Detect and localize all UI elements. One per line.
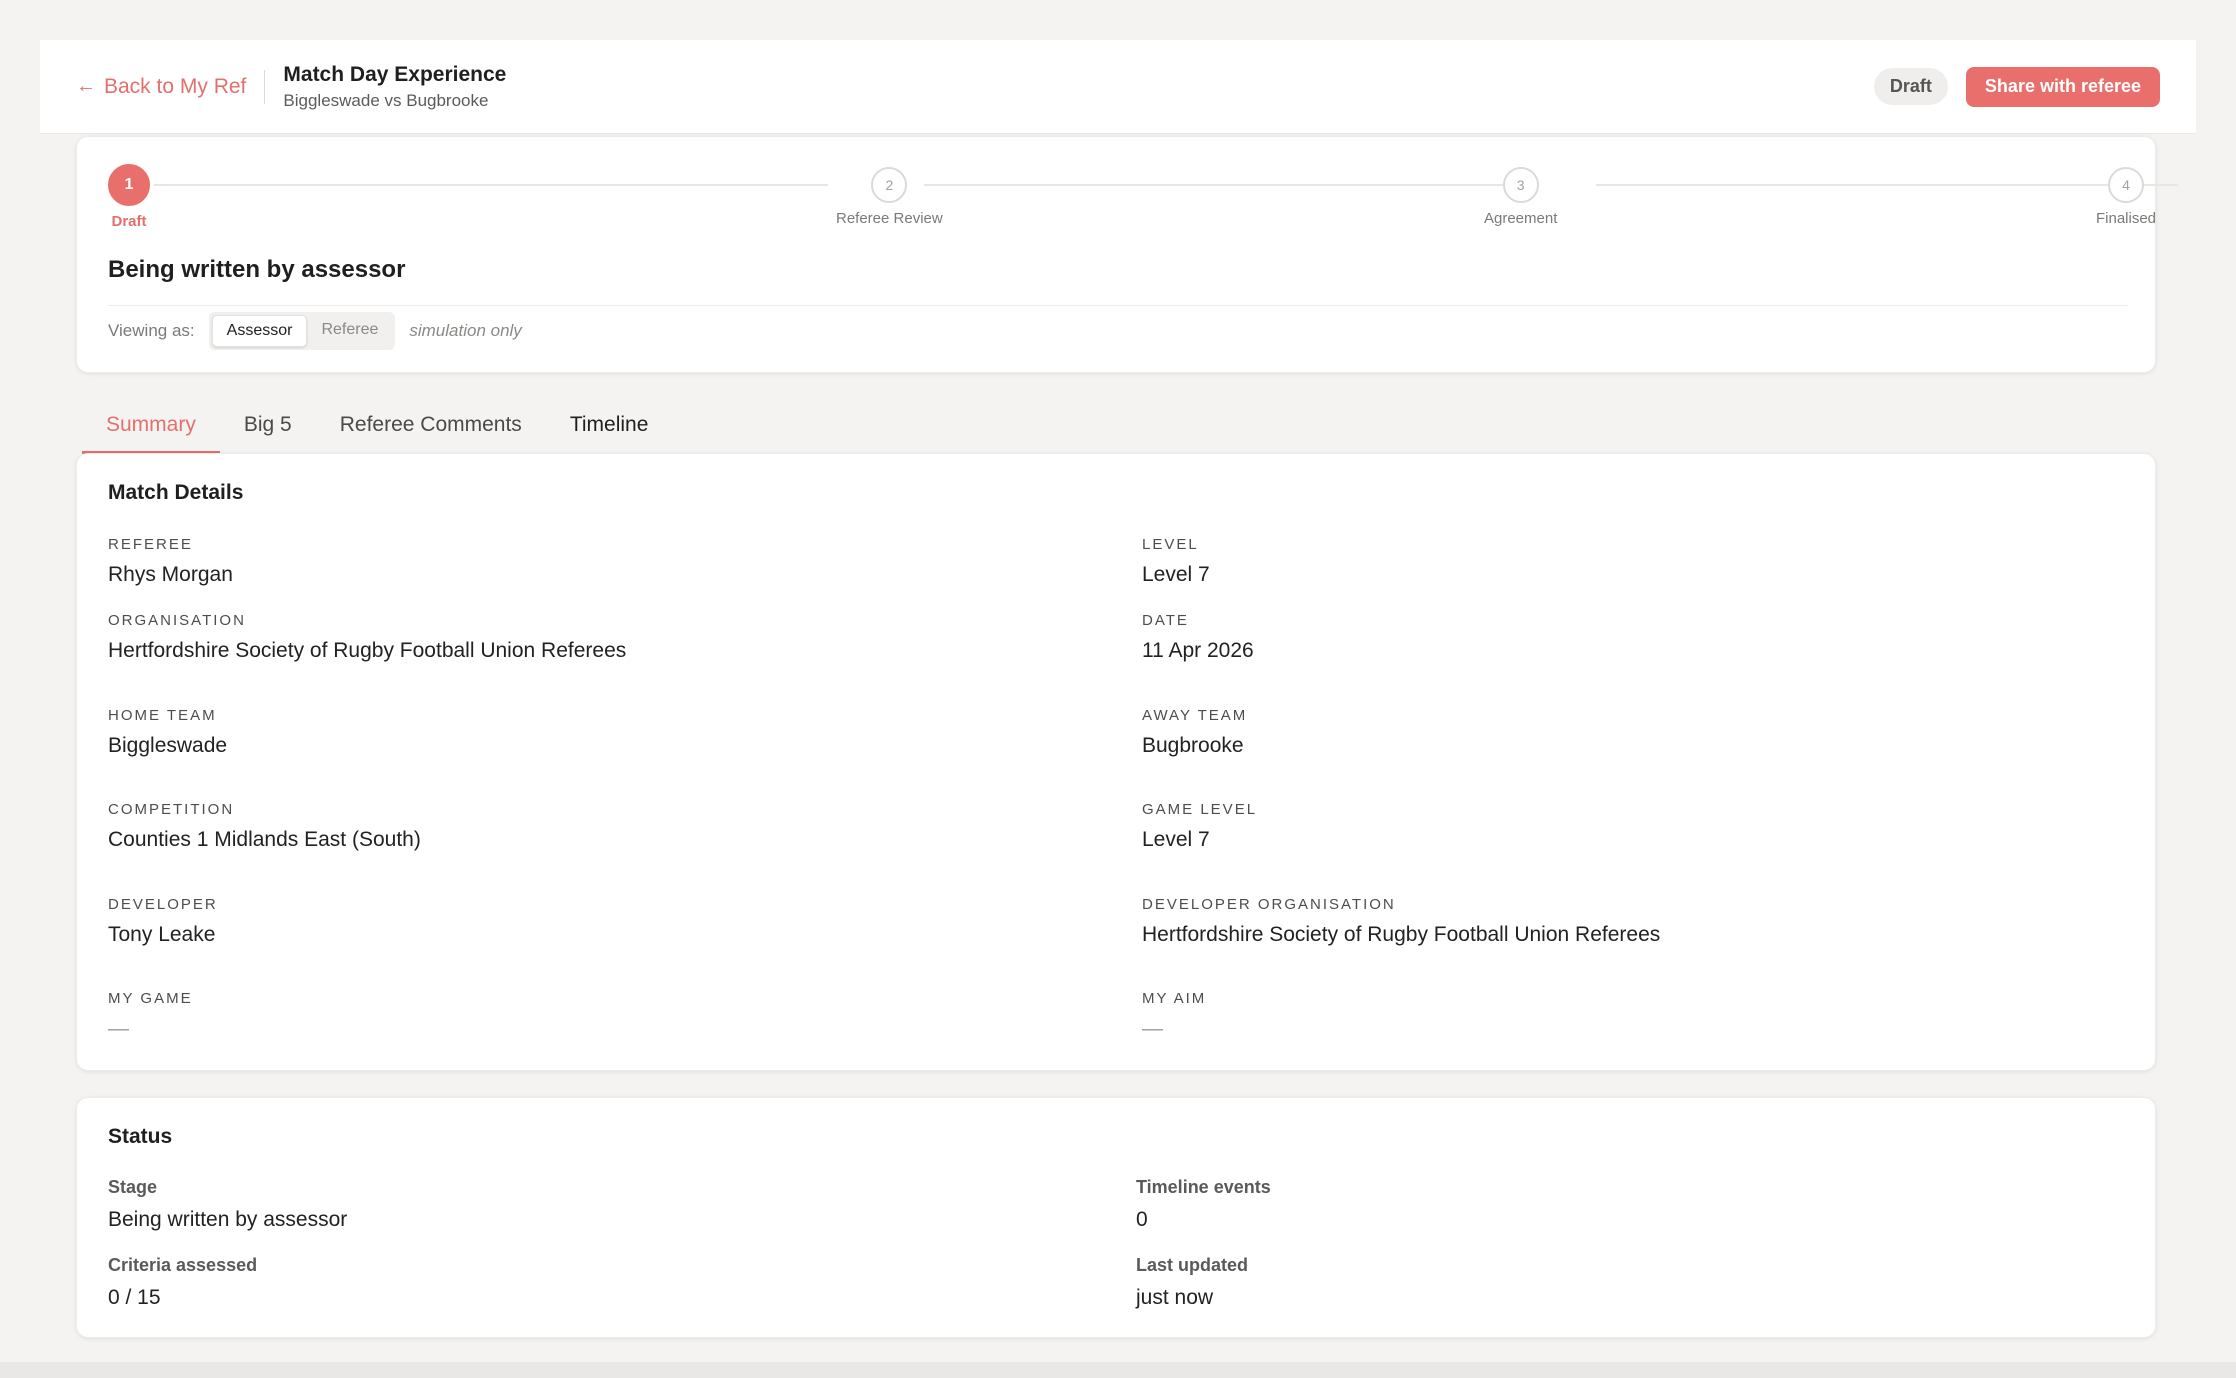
field-value: 11 Apr 2026 [1142, 639, 1254, 662]
simulation-note: simulation only [409, 321, 522, 340]
divider [108, 305, 2128, 306]
tab-big-5[interactable]: Big 5 [220, 398, 316, 454]
field-value: — [108, 1017, 129, 1040]
field-value: Hertfordshire Society of Rugby Football … [1142, 923, 1661, 946]
status-value: 0 / 15 [108, 1286, 161, 1309]
field-my-aim: My Aim — [1142, 990, 1206, 1041]
field-label: Referee [108, 536, 193, 553]
field-organisation: Organisation Hertfordshire Society of Ru… [108, 612, 626, 663]
status-label: Criteria assessed [108, 1255, 258, 1275]
step-number: 2 [871, 167, 908, 203]
field-referee: Referee Rhys Morgan [108, 536, 233, 587]
share-with-referee-button[interactable]: Share with referee [1965, 66, 2160, 107]
step-connector [924, 184, 1524, 186]
step-agreement[interactable]: 3 Agreement [1484, 167, 1557, 227]
step-connector [154, 184, 828, 186]
top-header: ← Back to My Ref Match Day Experience Bi… [40, 40, 2196, 134]
status-value: Being written by assessor [108, 1208, 348, 1231]
field-competition: Competition Counties 1 Midlands East (So… [108, 801, 421, 852]
header-actions: Draft Share with referee [1873, 66, 2160, 107]
field-value: Rhys Morgan [108, 563, 233, 586]
field-value: — [1142, 1017, 1163, 1040]
field-label: Developer Organisation [1142, 896, 1396, 913]
tab-timeline[interactable]: Timeline [546, 398, 673, 454]
status-title: Status [108, 1125, 173, 1148]
match-details-title: Match Details [108, 481, 244, 504]
field-value: Hertfordshire Society of Rugby Football … [108, 639, 627, 662]
status-criteria-assessed: Criteria assessed 0 / 15 [108, 1255, 257, 1310]
bottom-edge [0, 1362, 2236, 1378]
status-label: Stage [108, 1177, 158, 1197]
step-number: 4 [2108, 167, 2145, 203]
status-value: 0 [1136, 1208, 1148, 1231]
field-label: Away Team [1142, 707, 1248, 724]
tab-referee-comments[interactable]: Referee Comments [316, 398, 546, 454]
step-label: Draft [111, 213, 147, 230]
field-date: Date 11 Apr 2026 [1142, 612, 1254, 663]
viewing-as-toggle: Assessor Referee [208, 312, 396, 350]
field-label: My Aim [1142, 990, 1207, 1007]
field-value: Level 7 [1142, 828, 1210, 851]
status-label: Last updated [1136, 1255, 1249, 1275]
step-number: 1 [108, 164, 150, 206]
field-label: Home Team [108, 707, 217, 724]
field-value: Tony Leake [108, 923, 216, 946]
tab-bar: Summary Big 5 Referee Comments Timeline [82, 398, 672, 454]
field-level: Level Level 7 [1142, 536, 1210, 587]
viewing-as-row: Viewing as: Assessor Referee simulation … [108, 312, 522, 350]
arrow-left-icon: ← [76, 75, 96, 97]
header-divider [264, 69, 266, 104]
step-draft[interactable]: 1 Draft [108, 164, 150, 230]
stage-title: Being written by assessor [108, 256, 406, 283]
field-value: Level 7 [1142, 563, 1210, 586]
field-value: Bugbrooke [1142, 734, 1244, 757]
field-away-team: Away Team Bugbrooke [1142, 707, 1247, 758]
field-developer-organisation: Developer Organisation Hertfordshire Soc… [1142, 896, 1660, 947]
field-game-level: Game Level Level 7 [1142, 801, 1257, 852]
field-value: Biggleswade [108, 734, 228, 757]
view-option-referee[interactable]: Referee [307, 315, 392, 347]
step-label: Referee Review [836, 210, 943, 227]
field-value: Counties 1 Midlands East (South) [108, 828, 421, 851]
field-my-game: My Game — [108, 990, 193, 1041]
field-label: Level [1142, 536, 1199, 553]
header-title-block: Match Day Experience Biggleswade vs Bugb… [283, 63, 506, 111]
page-title: Match Day Experience [283, 62, 507, 86]
field-label: Competition [108, 801, 235, 818]
status-timeline-events: Timeline events 0 [1136, 1177, 1271, 1232]
step-referee-review[interactable]: 2 Referee Review [836, 167, 943, 227]
page: ← Back to My Ref Match Day Experience Bi… [0, 0, 2236, 1378]
tab-summary[interactable]: Summary [82, 398, 220, 454]
back-to-my-ref-link[interactable]: ← Back to My Ref [76, 75, 246, 99]
back-link-label: Back to My Ref [104, 74, 247, 98]
field-label: Organisation [108, 612, 246, 629]
field-label: Game Level [1142, 801, 1258, 818]
viewing-as-label: Viewing as: [108, 321, 195, 340]
match-details-card: Match Details Referee Rhys Morgan Level … [76, 453, 2156, 1071]
status-value: just now [1136, 1286, 1214, 1309]
status-last-updated: Last updated just now [1136, 1255, 1248, 1310]
stepper: 1 Draft 2 Referee Review 3 Agreement 4 F… [108, 164, 2178, 267]
field-label: Date [1142, 612, 1189, 629]
step-connector [1596, 184, 2178, 186]
field-label: My Game [108, 990, 193, 1007]
view-option-assessor[interactable]: Assessor [211, 315, 308, 347]
step-label: Finalised [2096, 210, 2157, 227]
progress-card: 1 Draft 2 Referee Review 3 Agreement 4 F… [76, 136, 2178, 373]
field-home-team: Home Team Biggleswade [108, 707, 227, 758]
step-finalised[interactable]: 4 Finalised [2096, 167, 2156, 227]
field-developer: Developer Tony Leake [108, 896, 218, 947]
page-subtitle: Biggleswade vs Bugbrooke [283, 90, 489, 110]
status-badge: Draft [1873, 68, 1948, 105]
field-label: Developer [108, 896, 218, 913]
status-stage: Stage Being written by assessor [108, 1177, 347, 1232]
status-label: Timeline events [1136, 1177, 1271, 1197]
step-number: 3 [1502, 167, 1539, 203]
step-label: Agreement [1484, 210, 1558, 227]
status-card: Status Stage Being written by assessor T… [76, 1097, 2156, 1338]
